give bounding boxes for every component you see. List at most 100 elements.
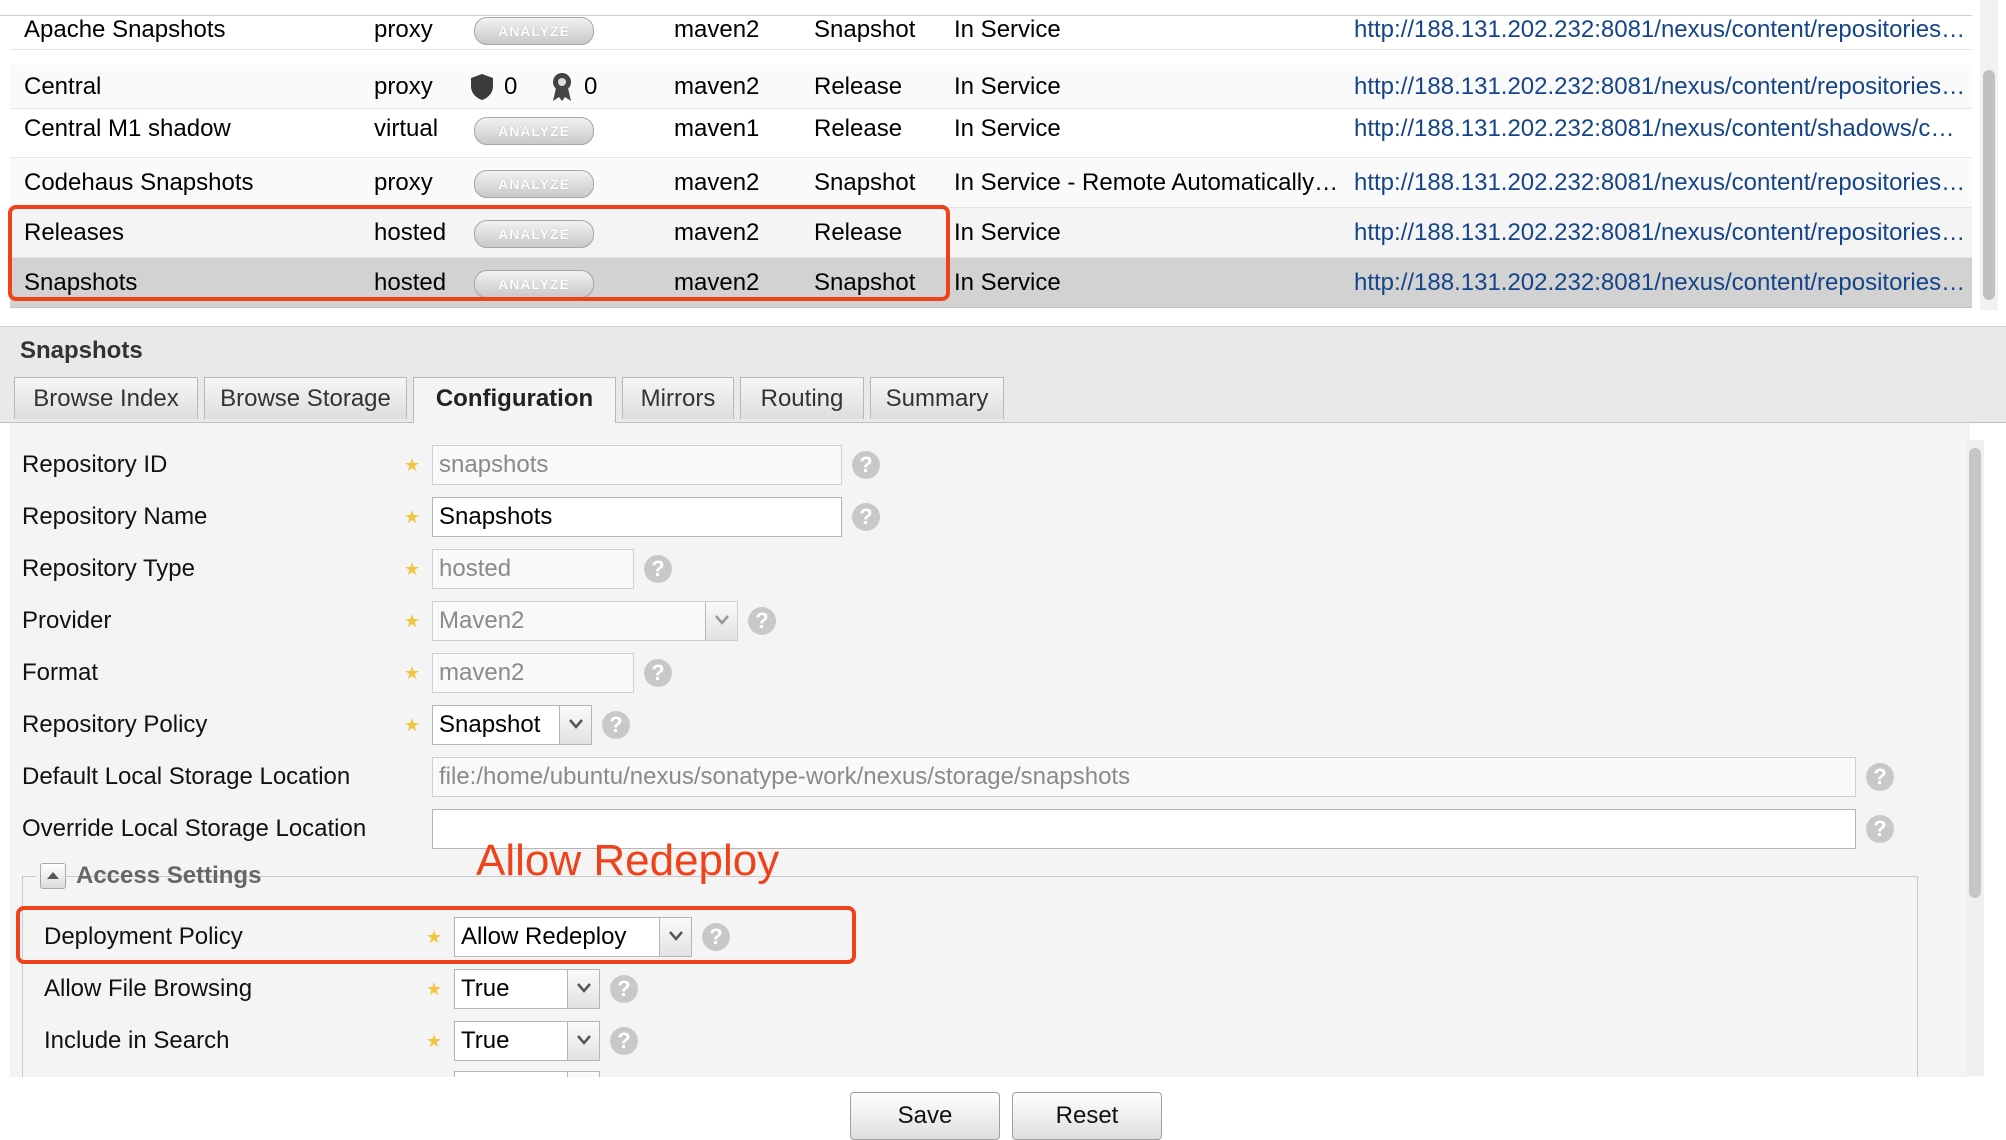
required-star-icon: ★ — [404, 663, 421, 683]
help-icon[interactable]: ? — [644, 659, 672, 687]
repo-status: In Service - Remote Automatically Blocke… — [954, 169, 1344, 196]
format-field[interactable]: maven2 — [432, 653, 634, 693]
default-storage-field[interactable]: file:/home/ubuntu/nexus/sonatype-work/ne… — [432, 757, 1856, 797]
include-in-search-label: Include in Search — [44, 1027, 230, 1054]
include-in-search-value: True — [461, 1027, 510, 1054]
repository-policy-value: Snapshot — [439, 711, 541, 738]
table-row[interactable]: Central proxy 0 0 maven2 Release In Serv… — [10, 65, 1972, 109]
repo-url-link[interactable]: http://188.131.202.232:8081/nexus/conten… — [1354, 258, 1966, 307]
table-row[interactable]: Apache Snapshots proxy ANALYZE maven2 Sn… — [10, 11, 1972, 50]
analyze-button[interactable]: ANALYZE — [474, 170, 594, 198]
help-icon[interactable]: ? — [610, 1027, 638, 1055]
highlight-box-deployment-policy — [16, 906, 856, 964]
help-icon[interactable]: ? — [1866, 815, 1894, 843]
repo-format: maven2 — [674, 73, 760, 100]
help-icon[interactable]: ? — [644, 555, 672, 583]
repository-policy-label: Repository Policy — [22, 711, 208, 738]
chevron-down-icon[interactable] — [567, 1022, 599, 1060]
repo-status: In Service — [954, 269, 1061, 296]
repo-url-link[interactable]: http://188.131.202.232:8081/nexus/conten… — [1354, 158, 1966, 207]
repo-type: proxy — [374, 73, 433, 100]
repo-status: In Service — [954, 16, 1061, 43]
tab-browse-storage[interactable]: Browse Storage — [204, 377, 407, 419]
repo-status: In Service — [954, 115, 1061, 142]
repo-type: proxy — [374, 16, 433, 43]
required-star-icon: ★ — [404, 455, 421, 475]
override-storage-label: Override Local Storage Location — [22, 815, 367, 842]
required-star-icon: ★ — [404, 715, 421, 735]
configuration-form: Repository ID ★ snapshots ? Repository N… — [10, 423, 1970, 1077]
repo-type: virtual — [374, 115, 439, 142]
repo-url-link[interactable]: http://188.131.202.232:8081/nexus/conten… — [1354, 109, 1966, 149]
help-icon[interactable]: ? — [602, 711, 630, 739]
include-in-search-select[interactable]: True — [454, 1021, 600, 1061]
tab-configuration[interactable]: Configuration — [413, 377, 616, 423]
analyze-button[interactable]: ANALYZE — [474, 17, 594, 45]
format-label: Format — [22, 659, 99, 686]
chevron-down-icon[interactable] — [705, 602, 737, 640]
grid-scrollbar-thumb[interactable] — [1983, 70, 1995, 300]
help-icon[interactable]: ? — [748, 607, 776, 635]
repository-id-label: Repository ID — [22, 451, 168, 478]
repository-type-field[interactable]: hosted — [432, 549, 634, 589]
save-button[interactable]: Save — [850, 1092, 1000, 1140]
shield-icon — [471, 74, 493, 100]
repo-policy: Snapshot — [814, 169, 916, 196]
repo-format: maven2 — [674, 169, 760, 196]
provider-select[interactable]: Maven2 — [432, 601, 738, 641]
required-star-icon: ★ — [426, 1031, 443, 1051]
repo-status: In Service — [954, 219, 1061, 246]
required-star-icon: ★ — [426, 979, 443, 999]
tab-routing[interactable]: Routing — [740, 377, 864, 419]
repo-name: Central M1 shadow — [24, 115, 231, 142]
repo-name: Apache Snapshots — [24, 16, 226, 43]
access-settings-title: Access Settings — [76, 862, 262, 889]
required-star-icon: ★ — [404, 611, 421, 631]
tab-strip: Browse Index Browse Storage Configuratio… — [0, 374, 2006, 423]
chevron-down-icon[interactable] — [559, 706, 591, 744]
required-star-icon: ★ — [404, 507, 421, 527]
repo-url-link[interactable]: http://188.131.202.232:8081/nexus/conten… — [1354, 208, 1966, 257]
annotation-label: Allow Redeploy — [476, 836, 780, 885]
form-scrollbar-thumb[interactable] — [1969, 448, 1981, 898]
help-icon[interactable]: ? — [852, 503, 880, 531]
table-row[interactable]: Central M1 shadow virtual ANALYZE maven1… — [10, 109, 1972, 158]
repository-policy-select[interactable]: Snapshot — [432, 705, 592, 745]
access-settings-legend[interactable]: Access Settings — [36, 859, 261, 893]
repository-name-field[interactable]: Snapshots — [432, 497, 842, 537]
chevron-down-icon[interactable] — [567, 970, 599, 1008]
tab-mirrors[interactable]: Mirrors — [622, 377, 734, 419]
repo-name: Codehaus Snapshots — [24, 169, 254, 196]
next-setting-select[interactable] — [454, 1071, 600, 1077]
security-count: 0 — [504, 73, 518, 100]
collapse-toggle-icon[interactable] — [40, 863, 66, 889]
repository-grid: Apache Snapshots proxy ANALYZE maven2 Sn… — [0, 0, 1982, 310]
repo-format: maven2 — [674, 16, 760, 43]
repo-format: maven1 — [674, 115, 760, 142]
help-icon[interactable]: ? — [610, 975, 638, 1003]
help-icon[interactable]: ? — [1866, 763, 1894, 791]
repo-name: Central — [24, 73, 102, 100]
allow-file-browsing-value: True — [461, 975, 510, 1002]
chevron-down-icon[interactable] — [567, 1072, 599, 1077]
panel-header: Snapshots — [0, 326, 2006, 375]
allow-file-browsing-label: Allow File Browsing — [44, 975, 253, 1002]
repository-type-label: Repository Type — [22, 555, 195, 582]
help-icon[interactable]: ? — [852, 451, 880, 479]
provider-value: Maven2 — [439, 607, 525, 634]
license-count: 0 — [584, 73, 598, 100]
allow-file-browsing-select[interactable]: True — [454, 969, 600, 1009]
panel-title: Snapshots — [20, 337, 143, 364]
tab-summary[interactable]: Summary — [870, 377, 1004, 419]
repo-url-link[interactable]: http://188.131.202.232:8081/nexus/conten… — [1354, 65, 1966, 108]
tab-browse-index[interactable]: Browse Index — [14, 377, 198, 419]
repo-url-link[interactable]: http://188.131.202.232:8081/nexus/conten… — [1354, 11, 1966, 49]
highlight-box-hosted-repos — [8, 205, 950, 301]
repo-status: In Service — [954, 73, 1061, 100]
required-star-icon: ★ — [404, 559, 421, 579]
analyze-button[interactable]: ANALYZE — [474, 117, 594, 145]
award-ribbon-icon — [553, 73, 571, 101]
table-row[interactable]: Codehaus Snapshots proxy ANALYZE maven2 … — [10, 158, 1972, 208]
reset-button[interactable]: Reset — [1012, 1092, 1162, 1140]
repository-id-field[interactable]: snapshots — [432, 445, 842, 485]
